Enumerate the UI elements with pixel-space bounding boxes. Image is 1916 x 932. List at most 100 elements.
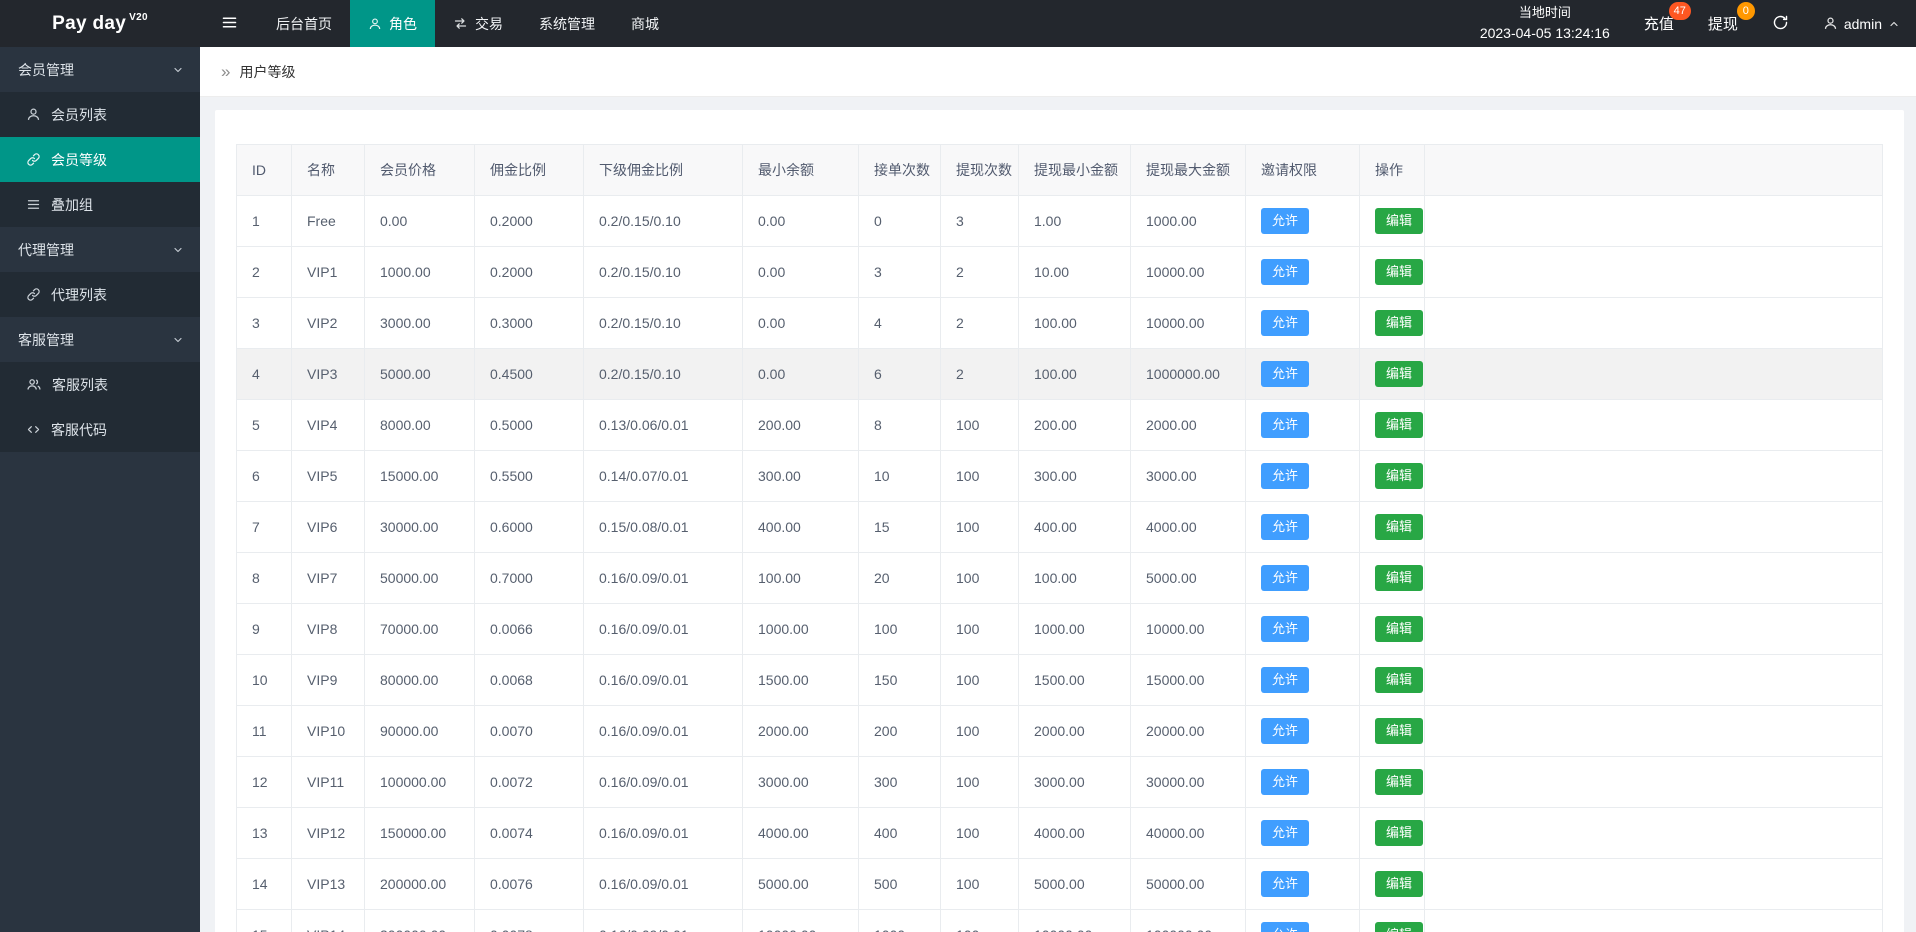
table-cell: 70000.00 — [364, 603, 475, 655]
tab-system[interactable]: 系统管理 — [521, 0, 613, 47]
table-cell: VIP5 — [291, 450, 365, 502]
invite-allow-button[interactable]: 允许 — [1261, 769, 1310, 795]
table-row: 14 VIP13 200000.00 0.0076 0.16/0.09/0.01 5000… — [236, 858, 1883, 910]
invite-allow-button[interactable]: 允许 — [1261, 871, 1310, 897]
table-cell: 0.00 — [742, 348, 859, 400]
edit-button[interactable]: 编辑 — [1375, 463, 1424, 489]
invite-allow-button[interactable]: 允许 — [1261, 514, 1310, 540]
edit-button[interactable]: 编辑 — [1375, 667, 1424, 693]
sidebar-item-member-list[interactable]: 会员列表 — [0, 92, 200, 137]
table-cell: 1000 — [858, 909, 941, 932]
local-time-label: 当地时间 — [1518, 4, 1571, 20]
edit-button[interactable]: 编辑 — [1375, 412, 1424, 438]
invite-allow-button[interactable]: 允许 — [1261, 616, 1310, 642]
invite-allow-button[interactable]: 允许 — [1261, 820, 1310, 846]
table-cell-filler — [1424, 195, 1883, 247]
tab-role[interactable]: 角色 — [350, 0, 435, 47]
invite-allow-button[interactable]: 允许 — [1261, 463, 1310, 489]
tab-mall[interactable]: 商城 — [613, 0, 677, 47]
sidebar-item-label: 会员列表 — [51, 106, 107, 123]
edit-button[interactable]: 编辑 — [1375, 820, 1424, 846]
table-cell-filler — [1424, 297, 1883, 349]
table-cell: 2 — [940, 348, 1019, 400]
table-cell: 0.0070 — [474, 705, 584, 757]
list-icon — [26, 197, 41, 212]
table-cell: 0.16/0.09/0.01 — [583, 807, 743, 859]
menu-toggle-button[interactable] — [200, 0, 258, 47]
table-cell: 3 — [940, 195, 1019, 247]
edit-button[interactable]: 编辑 — [1375, 718, 1424, 744]
table-cell: 4000.00 — [1130, 501, 1246, 553]
edit-button[interactable]: 编辑 — [1375, 769, 1424, 795]
recharge-label: 充值 — [1643, 16, 1674, 33]
tab-label: 后台首页 — [276, 15, 332, 32]
invite-allow-button[interactable]: 允许 — [1261, 412, 1310, 438]
invite-allow-button[interactable]: 允许 — [1261, 565, 1310, 591]
table-cell: 13 — [236, 807, 292, 859]
table-cell: VIP14 — [291, 909, 365, 932]
user-menu[interactable]: admin — [1823, 16, 1900, 32]
invite-allow-button[interactable]: 允许 — [1261, 310, 1310, 336]
invite-allow-button[interactable]: 允许 — [1261, 259, 1310, 285]
edit-button[interactable]: 编辑 — [1375, 310, 1424, 336]
logo: Pay day V20 — [0, 0, 200, 47]
app: Pay day V20 会员管理 会员列表 会员等级 叠加组 代理管理 代理列表… — [0, 0, 1916, 932]
table-cell: 10000.00 — [1130, 297, 1246, 349]
table-cell: 0.2000 — [474, 246, 584, 298]
sidebar-item-cs-management[interactable]: 客服管理 — [0, 317, 200, 362]
table-cell: 0.4500 — [474, 348, 584, 400]
table-cell: VIP9 — [291, 654, 365, 706]
sidebar-item-member-management[interactable]: 会员管理 — [0, 47, 200, 92]
sidebar-item-label: 客服代码 — [51, 421, 107, 438]
recharge-link[interactable]: 充值 47 — [1643, 2, 1691, 34]
column-header: 提现最小金额 — [1018, 144, 1131, 196]
sidebar-item-overlay-group[interactable]: 叠加组 — [0, 182, 200, 227]
edit-button[interactable]: 编辑 — [1375, 616, 1424, 642]
exchange-icon — [453, 16, 468, 31]
edit-button[interactable]: 编辑 — [1375, 565, 1424, 591]
sidebar-item-cs-list[interactable]: 客服列表 — [0, 362, 200, 407]
sidebar-item-member-level[interactable]: 会员等级 — [0, 137, 200, 182]
table-cell: 5000.00 — [364, 348, 475, 400]
table-cell: 0.2/0.15/0.10 — [583, 348, 743, 400]
sidebar-item-cs-code[interactable]: 客服代码 — [0, 407, 200, 452]
withdraw-link[interactable]: 提现 0 — [1708, 2, 1755, 34]
sidebar-item-label: 代理管理 — [18, 241, 74, 258]
tab-trade[interactable]: 交易 — [435, 0, 521, 47]
table-row: 1 Free 0.00 0.2000 0.2/0.15/0.10 0.00 0 3 1.00 10… — [236, 195, 1883, 247]
invite-allow-button[interactable]: 允许 — [1261, 361, 1310, 387]
edit-button[interactable]: 编辑 — [1375, 922, 1424, 932]
table-row: 9 VIP8 70000.00 0.0066 0.16/0.09/0.01 1000.00… — [236, 603, 1883, 655]
table-row: 4 VIP3 5000.00 0.4500 0.2/0.15/0.10 0.00 6 2 100… — [236, 348, 1883, 400]
table-cell: 3 — [236, 297, 292, 349]
table-cell: 6 — [858, 348, 941, 400]
invite-allow-button[interactable]: 允许 — [1261, 922, 1310, 932]
table-cell: 300.00 — [1018, 450, 1131, 502]
table-card: ID 名称 会员价格 佣金比例 下级佣金比例 最小余额 接单次数 提现次数 提现最小金额 提现最大… — [215, 110, 1904, 932]
edit-button[interactable]: 编辑 — [1375, 259, 1424, 285]
tab-dashboard[interactable]: 后台首页 — [258, 0, 350, 47]
invite-permission-cell: 允许 — [1245, 909, 1360, 932]
sidebar-item-agent-management[interactable]: 代理管理 — [0, 227, 200, 272]
invite-allow-button[interactable]: 允许 — [1261, 718, 1310, 744]
edit-button[interactable]: 编辑 — [1375, 871, 1424, 897]
table-cell: 9 — [236, 603, 292, 655]
table-cell: 200 — [858, 705, 941, 757]
refresh-button[interactable] — [1772, 14, 1789, 34]
table-cell: 100.00 — [1018, 348, 1131, 400]
table-cell: 80000.00 — [364, 654, 475, 706]
edit-button[interactable]: 编辑 — [1375, 208, 1424, 234]
invite-allow-button[interactable]: 允许 — [1261, 667, 1310, 693]
edit-button[interactable]: 编辑 — [1375, 361, 1424, 387]
table-cell: 5000.00 — [1018, 858, 1131, 910]
table-cell: 0.00 — [742, 246, 859, 298]
sidebar-item-agent-list[interactable]: 代理列表 — [0, 272, 200, 317]
table-cell: 8 — [236, 552, 292, 604]
chevron-down-icon — [172, 244, 184, 256]
action-cell: 编辑 — [1359, 450, 1425, 502]
invite-allow-button[interactable]: 允许 — [1261, 208, 1310, 234]
table-cell: 0.00 — [364, 195, 475, 247]
edit-button[interactable]: 编辑 — [1375, 514, 1424, 540]
table-row: 5 VIP4 8000.00 0.5000 0.13/0.06/0.01 200.00 8 1… — [236, 399, 1883, 451]
column-header-filler — [1424, 144, 1883, 196]
